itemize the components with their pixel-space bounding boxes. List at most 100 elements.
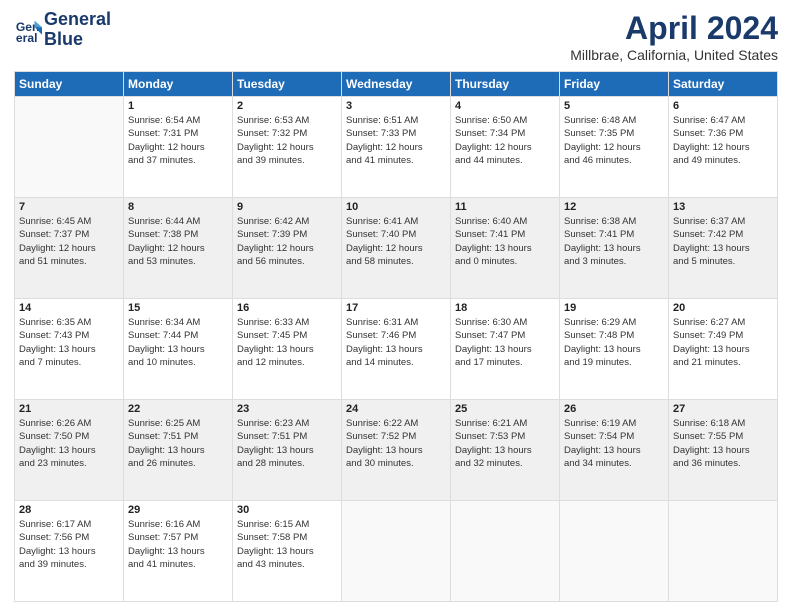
calendar-cell: 14 Sunrise: 6:35 AM Sunset: 7:43 PM Dayli…	[15, 299, 124, 400]
calendar-cell: 2 Sunrise: 6:53 AM Sunset: 7:32 PM Daylig…	[233, 97, 342, 198]
day-number: 18	[455, 302, 555, 314]
day-number: 20	[673, 302, 773, 314]
day-info: Sunrise: 6:16 AM Sunset: 7:57 PM Dayligh…	[128, 518, 228, 571]
day-number: 8	[128, 201, 228, 213]
calendar-cell: 27 Sunrise: 6:18 AM Sunset: 7:55 PM Dayli…	[669, 400, 778, 501]
calendar-cell: 7 Sunrise: 6:45 AM Sunset: 7:37 PM Daylig…	[15, 198, 124, 299]
calendar-cell	[669, 501, 778, 602]
calendar-week-row: 1Sunrise: 6:54 AM Sunset: 7:31 PM Daylig…	[15, 97, 778, 198]
day-number: 23	[237, 403, 337, 415]
calendar-cell: 23 Sunrise: 6:23 AM Sunset: 7:51 PM Dayli…	[233, 400, 342, 501]
calendar-cell: 20 Sunrise: 6:27 AM Sunset: 7:49 PM Dayli…	[669, 299, 778, 400]
calendar-cell: 30 Sunrise: 6:15 AM Sunset: 7:58 PM Dayli…	[233, 501, 342, 602]
calendar-cell	[451, 501, 560, 602]
day-info: Sunrise: 6:40 AM Sunset: 7:41 PM Dayligh…	[455, 215, 555, 268]
title-block: April 2024 Millbrae, California, United …	[570, 10, 778, 63]
subtitle: Millbrae, California, United States	[570, 47, 778, 63]
calendar-cell: 24 Sunrise: 6:22 AM Sunset: 7:52 PM Dayli…	[342, 400, 451, 501]
day-info: Sunrise: 6:45 AM Sunset: 7:37 PM Dayligh…	[19, 215, 119, 268]
calendar-week-row: 28 Sunrise: 6:17 AM Sunset: 7:56 PM Dayli…	[15, 501, 778, 602]
day-info: Sunrise: 6:17 AM Sunset: 7:56 PM Dayligh…	[19, 518, 119, 571]
day-info: Sunrise: 6:25 AM Sunset: 7:51 PM Dayligh…	[128, 417, 228, 470]
calendar-cell: 22 Sunrise: 6:25 AM Sunset: 7:51 PM Dayli…	[124, 400, 233, 501]
calendar-cell: 13Sunrise: 6:37 AM Sunset: 7:42 PM Dayli…	[669, 198, 778, 299]
day-info: Sunrise: 6:54 AM Sunset: 7:31 PM Dayligh…	[128, 114, 228, 167]
calendar-cell: 8 Sunrise: 6:44 AM Sunset: 7:38 PM Daylig…	[124, 198, 233, 299]
calendar-cell	[342, 501, 451, 602]
calendar-header-wednesday: Wednesday	[342, 72, 451, 97]
day-number: 12	[564, 201, 664, 213]
calendar-cell: 6Sunrise: 6:47 AM Sunset: 7:36 PM Daylig…	[669, 97, 778, 198]
logo-icon: Gen eral	[14, 16, 42, 44]
day-number: 25	[455, 403, 555, 415]
day-info: Sunrise: 6:27 AM Sunset: 7:49 PM Dayligh…	[673, 316, 773, 369]
logo-text: General Blue	[44, 10, 111, 50]
calendar-cell: 9Sunrise: 6:42 AM Sunset: 7:39 PM Daylig…	[233, 198, 342, 299]
day-info: Sunrise: 6:26 AM Sunset: 7:50 PM Dayligh…	[19, 417, 119, 470]
day-number: 26	[564, 403, 664, 415]
day-number: 17	[346, 302, 446, 314]
day-info: Sunrise: 6:31 AM Sunset: 7:46 PM Dayligh…	[346, 316, 446, 369]
calendar-cell: 18Sunrise: 6:30 AM Sunset: 7:47 PM Dayli…	[451, 299, 560, 400]
calendar-cell: 28 Sunrise: 6:17 AM Sunset: 7:56 PM Dayli…	[15, 501, 124, 602]
day-info: Sunrise: 6:53 AM Sunset: 7:32 PM Dayligh…	[237, 114, 337, 167]
calendar-week-row: 14 Sunrise: 6:35 AM Sunset: 7:43 PM Dayli…	[15, 299, 778, 400]
calendar-cell: 4Sunrise: 6:50 AM Sunset: 7:34 PM Daylig…	[451, 97, 560, 198]
logo-line2: Blue	[44, 30, 111, 50]
calendar-header-thursday: Thursday	[451, 72, 560, 97]
day-number: 22	[128, 403, 228, 415]
day-number: 11	[455, 201, 555, 213]
day-info: Sunrise: 6:29 AM Sunset: 7:48 PM Dayligh…	[564, 316, 664, 369]
day-number: 6	[673, 100, 773, 112]
day-info: Sunrise: 6:42 AM Sunset: 7:39 PM Dayligh…	[237, 215, 337, 268]
calendar-cell: 11 Sunrise: 6:40 AM Sunset: 7:41 PM Dayli…	[451, 198, 560, 299]
day-info: Sunrise: 6:21 AM Sunset: 7:53 PM Dayligh…	[455, 417, 555, 470]
calendar-cell: 15 Sunrise: 6:34 AM Sunset: 7:44 PM Dayli…	[124, 299, 233, 400]
day-number: 29	[128, 504, 228, 516]
day-info: Sunrise: 6:35 AM Sunset: 7:43 PM Dayligh…	[19, 316, 119, 369]
calendar-cell: 17 Sunrise: 6:31 AM Sunset: 7:46 PM Dayli…	[342, 299, 451, 400]
day-info: Sunrise: 6:22 AM Sunset: 7:52 PM Dayligh…	[346, 417, 446, 470]
calendar-table: SundayMondayTuesdayWednesdayThursdayFrid…	[14, 71, 778, 602]
day-number: 4	[455, 100, 555, 112]
calendar-header-saturday: Saturday	[669, 72, 778, 97]
calendar-cell	[560, 501, 669, 602]
calendar-week-row: 7 Sunrise: 6:45 AM Sunset: 7:37 PM Daylig…	[15, 198, 778, 299]
calendar-header-monday: Monday	[124, 72, 233, 97]
day-info: Sunrise: 6:19 AM Sunset: 7:54 PM Dayligh…	[564, 417, 664, 470]
logo: Gen eral General Blue	[14, 10, 111, 50]
day-number: 19	[564, 302, 664, 314]
day-number: 2	[237, 100, 337, 112]
day-number: 21	[19, 403, 119, 415]
calendar-cell: 26 Sunrise: 6:19 AM Sunset: 7:54 PM Dayli…	[560, 400, 669, 501]
day-number: 15	[128, 302, 228, 314]
day-info: Sunrise: 6:41 AM Sunset: 7:40 PM Dayligh…	[346, 215, 446, 268]
day-number: 28	[19, 504, 119, 516]
page: Gen eral General Blue April 2024 Millbra…	[0, 0, 792, 612]
day-info: Sunrise: 6:34 AM Sunset: 7:44 PM Dayligh…	[128, 316, 228, 369]
day-number: 14	[19, 302, 119, 314]
day-info: Sunrise: 6:48 AM Sunset: 7:35 PM Dayligh…	[564, 114, 664, 167]
calendar-header-tuesday: Tuesday	[233, 72, 342, 97]
day-number: 30	[237, 504, 337, 516]
day-info: Sunrise: 6:18 AM Sunset: 7:55 PM Dayligh…	[673, 417, 773, 470]
logo-line1: General	[44, 10, 111, 30]
day-number: 3	[346, 100, 446, 112]
day-number: 27	[673, 403, 773, 415]
svg-text:eral: eral	[16, 31, 38, 44]
day-number: 5	[564, 100, 664, 112]
calendar-header-sunday: Sunday	[15, 72, 124, 97]
calendar-cell: 12Sunrise: 6:38 AM Sunset: 7:41 PM Dayli…	[560, 198, 669, 299]
day-number: 13	[673, 201, 773, 213]
day-info: Sunrise: 6:15 AM Sunset: 7:58 PM Dayligh…	[237, 518, 337, 571]
day-info: Sunrise: 6:23 AM Sunset: 7:51 PM Dayligh…	[237, 417, 337, 470]
calendar-cell: 3Sunrise: 6:51 AM Sunset: 7:33 PM Daylig…	[342, 97, 451, 198]
day-number: 24	[346, 403, 446, 415]
day-info: Sunrise: 6:33 AM Sunset: 7:45 PM Dayligh…	[237, 316, 337, 369]
calendar-cell: 1Sunrise: 6:54 AM Sunset: 7:31 PM Daylig…	[124, 97, 233, 198]
calendar-cell: 5 Sunrise: 6:48 AM Sunset: 7:35 PM Daylig…	[560, 97, 669, 198]
day-number: 7	[19, 201, 119, 213]
day-info: Sunrise: 6:44 AM Sunset: 7:38 PM Dayligh…	[128, 215, 228, 268]
day-number: 16	[237, 302, 337, 314]
day-number: 10	[346, 201, 446, 213]
